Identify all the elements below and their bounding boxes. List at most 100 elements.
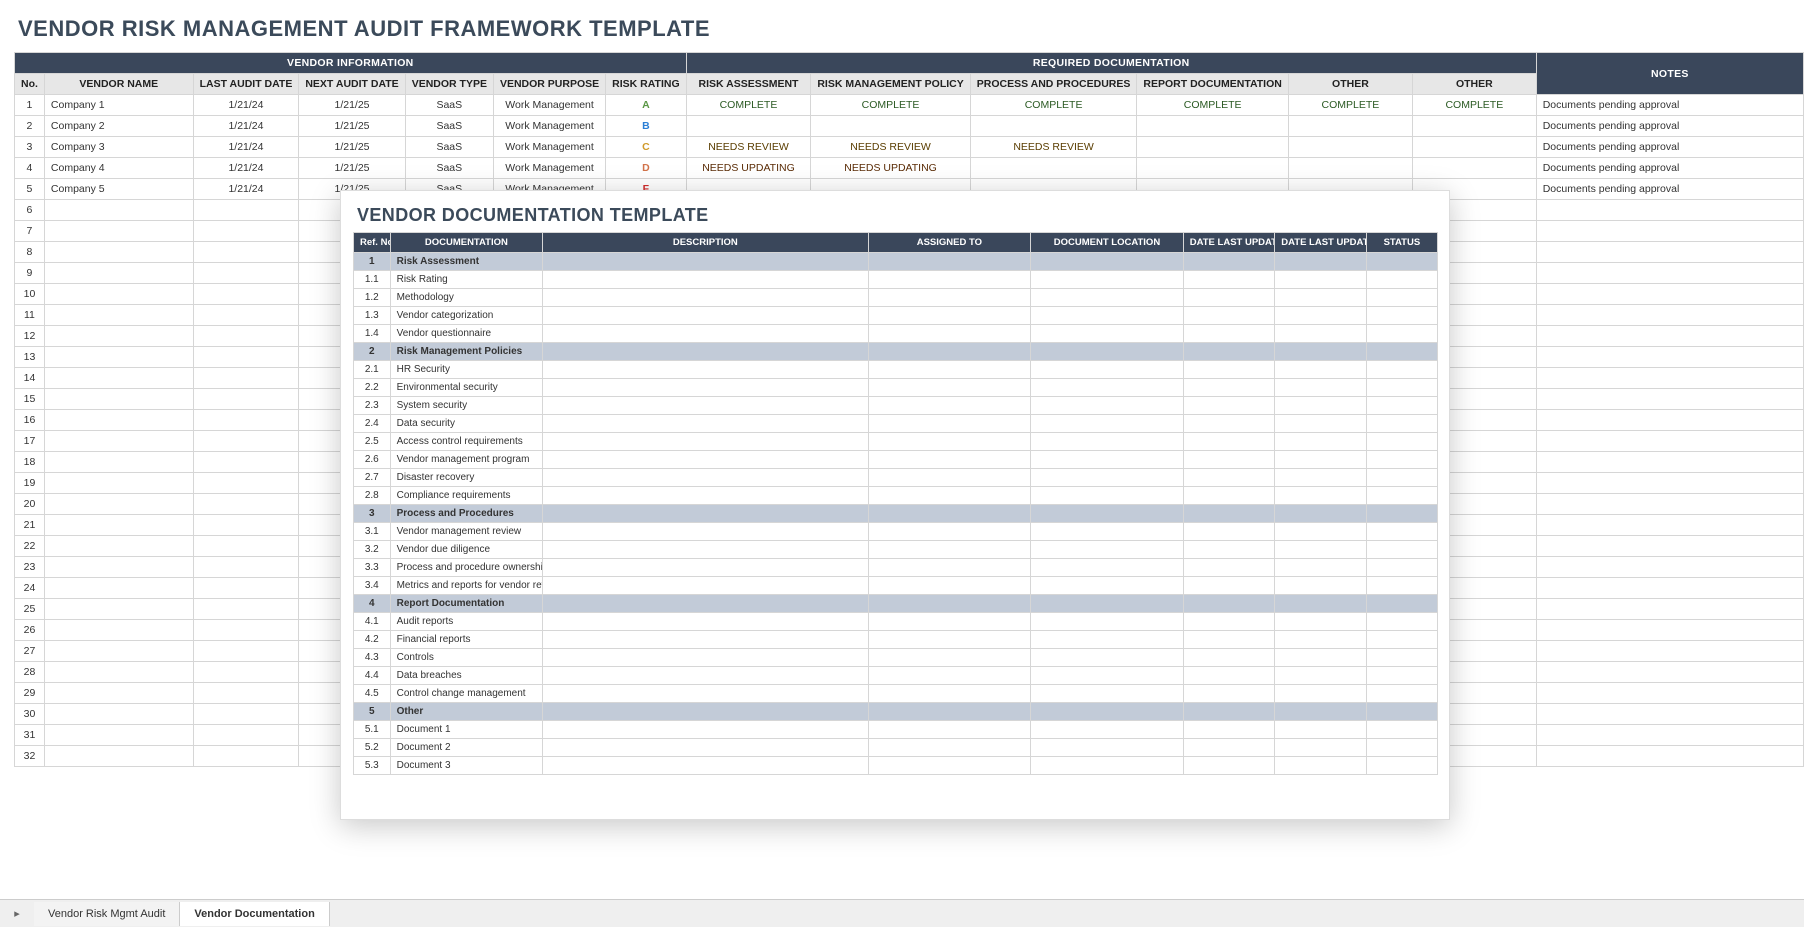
cell-empty[interactable] [1536,599,1803,620]
cell-ref[interactable]: 5.1 [354,721,391,739]
cell-no[interactable]: 13 [15,347,45,368]
col-other-1[interactable]: OTHER [1288,74,1412,95]
cell-empty[interactable] [44,725,193,746]
cell-empty[interactable] [543,253,868,271]
cell-empty[interactable] [1536,536,1803,557]
cell-ref[interactable]: 3 [354,505,391,523]
cell-empty[interactable] [1275,721,1367,739]
cell-no[interactable]: 9 [15,263,45,284]
cell-empty[interactable] [193,410,299,431]
cell-empty[interactable] [1031,577,1184,595]
cell-empty[interactable] [1031,739,1184,757]
cell-empty[interactable] [44,347,193,368]
cell-empty[interactable] [1536,725,1803,746]
cell-doc-status[interactable]: COMPLETE [1412,95,1536,116]
cell-empty[interactable] [44,389,193,410]
cell-empty[interactable] [868,487,1031,505]
cell-empty[interactable] [1031,757,1184,775]
cell-empty[interactable] [193,599,299,620]
cell-documentation[interactable]: Metrics and reports for vendor review [390,577,543,595]
dcol-date2[interactable]: DATE LAST UPDATED [1275,233,1367,253]
cell-empty[interactable] [543,433,868,451]
col-last-audit[interactable]: LAST AUDIT DATE [193,74,299,95]
cell-no[interactable]: 12 [15,326,45,347]
cell-ref[interactable]: 3.3 [354,559,391,577]
cell-empty[interactable] [1275,739,1367,757]
cell-empty[interactable] [1183,451,1275,469]
cell-empty[interactable] [1275,631,1367,649]
cell-empty[interactable] [868,541,1031,559]
cell-ref[interactable]: 2.6 [354,451,391,469]
cell-empty[interactable] [1031,397,1184,415]
cell-ref[interactable]: 4.2 [354,631,391,649]
cell-empty[interactable] [1275,433,1367,451]
doc-row[interactable]: 2.2Environmental security [354,379,1438,397]
cell-last-audit[interactable]: 1/21/24 [193,137,299,158]
doc-row[interactable]: 1.3Vendor categorization [354,307,1438,325]
cell-empty[interactable] [868,253,1031,271]
table-row[interactable]: 3Company 31/21/241/21/25SaaSWork Managem… [15,137,1804,158]
cell-empty[interactable] [1031,685,1184,703]
cell-empty[interactable] [1275,559,1367,577]
cell-empty[interactable] [1275,487,1367,505]
cell-empty[interactable] [44,515,193,536]
cell-vendor-type[interactable]: SaaS [405,116,493,137]
cell-empty[interactable] [44,704,193,725]
cell-empty[interactable] [1366,415,1437,433]
cell-empty[interactable] [193,536,299,557]
cell-empty[interactable] [868,271,1031,289]
cell-empty[interactable] [1536,662,1803,683]
cell-documentation[interactable]: Process and Procedures [390,505,543,523]
cell-empty[interactable] [1275,361,1367,379]
doc-row[interactable]: 5.1Document 1 [354,721,1438,739]
cell-no[interactable]: 27 [15,641,45,662]
cell-empty[interactable] [44,746,193,767]
cell-documentation[interactable]: Vendor due diligence [390,541,543,559]
cell-empty[interactable] [868,451,1031,469]
cell-doc-status[interactable]: NEEDS REVIEW [811,137,970,158]
cell-empty[interactable] [1536,515,1803,536]
cell-documentation[interactable]: Risk Assessment [390,253,543,271]
cell-empty[interactable] [1275,505,1367,523]
cell-ref[interactable]: 2 [354,343,391,361]
dcol-date1[interactable]: DATE LAST UPDATED [1183,233,1275,253]
cell-ref[interactable]: 2.2 [354,379,391,397]
cell-empty[interactable] [1031,343,1184,361]
cell-empty[interactable] [1031,325,1184,343]
cell-doc-status[interactable]: NEEDS UPDATING [686,158,811,179]
dcol-ref[interactable]: Ref. No. [354,233,391,253]
cell-empty[interactable] [1275,343,1367,361]
cell-no[interactable]: 11 [15,305,45,326]
cell-doc-status[interactable] [1288,137,1412,158]
cell-documentation[interactable]: Vendor categorization [390,307,543,325]
cell-empty[interactable] [1183,361,1275,379]
cell-empty[interactable] [193,620,299,641]
cell-empty[interactable] [543,559,868,577]
cell-empty[interactable] [1183,721,1275,739]
cell-risk-rating[interactable]: B [606,116,686,137]
dcol-desc[interactable]: DESCRIPTION [543,233,868,253]
cell-vendor-name[interactable]: Company 2 [44,116,193,137]
cell-empty[interactable] [543,649,868,667]
cell-documentation[interactable]: Risk Management Policies [390,343,543,361]
cell-empty[interactable] [44,326,193,347]
doc-row[interactable]: 3.2Vendor due diligence [354,541,1438,559]
cell-ref[interactable]: 5.3 [354,757,391,775]
cell-doc-status[interactable] [970,158,1137,179]
doc-row[interactable]: 5.2Document 2 [354,739,1438,757]
cell-empty[interactable] [1366,451,1437,469]
cell-empty[interactable] [1536,305,1803,326]
cell-empty[interactable] [1366,469,1437,487]
cell-empty[interactable] [1031,469,1184,487]
cell-empty[interactable] [1536,263,1803,284]
cell-empty[interactable] [868,703,1031,721]
dcol-status[interactable]: STATUS [1366,233,1437,253]
doc-row[interactable]: 2.7Disaster recovery [354,469,1438,487]
doc-row[interactable]: 3.3Process and procedure ownership [354,559,1438,577]
cell-empty[interactable] [1366,613,1437,631]
cell-ref[interactable]: 2.5 [354,433,391,451]
doc-row[interactable]: 2.5Access control requirements [354,433,1438,451]
cell-empty[interactable] [1366,559,1437,577]
cell-empty[interactable] [44,641,193,662]
cell-empty[interactable] [1536,704,1803,725]
